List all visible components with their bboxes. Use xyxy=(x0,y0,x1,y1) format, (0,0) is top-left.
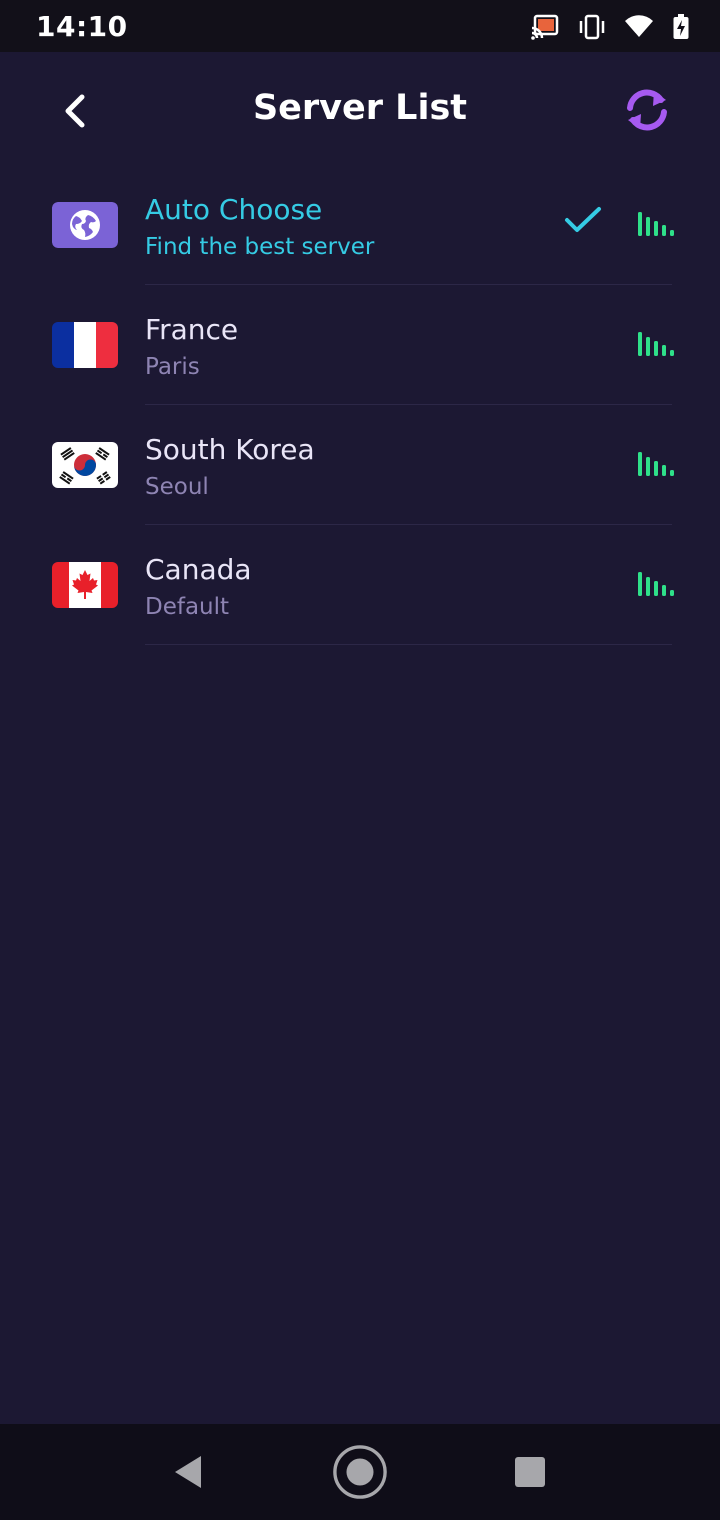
server-name: South Korea xyxy=(145,433,315,466)
south-korea-flag xyxy=(52,442,118,488)
server-subtitle: Seoul xyxy=(145,474,209,500)
server-list: Auto Choose Find the best server France … xyxy=(0,165,720,645)
app-bar: Server List xyxy=(0,52,720,170)
status-time: 14:10 xyxy=(36,10,128,43)
server-item-auto-choose[interactable]: Auto Choose Find the best server xyxy=(0,165,720,285)
battery-charging-icon xyxy=(673,14,689,39)
refresh-icon xyxy=(627,89,667,131)
refresh-button[interactable] xyxy=(618,84,676,136)
home-circle-icon xyxy=(333,1445,387,1499)
server-item-south-korea[interactable]: South Korea Seoul xyxy=(0,405,720,525)
recents-square-icon xyxy=(515,1457,545,1487)
france-flag xyxy=(52,322,118,368)
signal-strength-icon xyxy=(638,212,674,236)
checkmark-icon xyxy=(565,207,601,232)
nav-home-button[interactable] xyxy=(332,1444,388,1500)
cast-icon xyxy=(531,14,559,40)
server-subtitle: Find the best server xyxy=(145,234,375,260)
status-icons xyxy=(530,10,690,44)
nav-back-button[interactable] xyxy=(160,1444,216,1500)
page-title: Server List xyxy=(252,88,468,128)
canada-flag xyxy=(52,562,118,608)
server-subtitle: Default xyxy=(145,594,230,620)
signal-strength-icon xyxy=(638,452,674,476)
signal-strength-icon xyxy=(638,572,674,596)
server-name: France xyxy=(145,313,239,346)
nav-recents-button[interactable] xyxy=(502,1444,558,1500)
status-bar: 14:10 xyxy=(0,0,720,52)
navigation-bar xyxy=(0,1424,720,1520)
signal-strength-icon xyxy=(638,332,674,356)
server-item-canada[interactable]: Canada Default xyxy=(0,525,720,645)
server-name: Auto Choose xyxy=(145,193,323,226)
divider xyxy=(145,644,672,645)
server-subtitle: Paris xyxy=(145,354,200,380)
back-triangle-icon xyxy=(175,1456,201,1488)
server-item-france[interactable]: France Paris xyxy=(0,285,720,405)
wifi-icon xyxy=(625,15,653,37)
globe-icon xyxy=(52,202,118,248)
vibrate-icon xyxy=(579,14,605,40)
server-name: Canada xyxy=(145,553,252,586)
